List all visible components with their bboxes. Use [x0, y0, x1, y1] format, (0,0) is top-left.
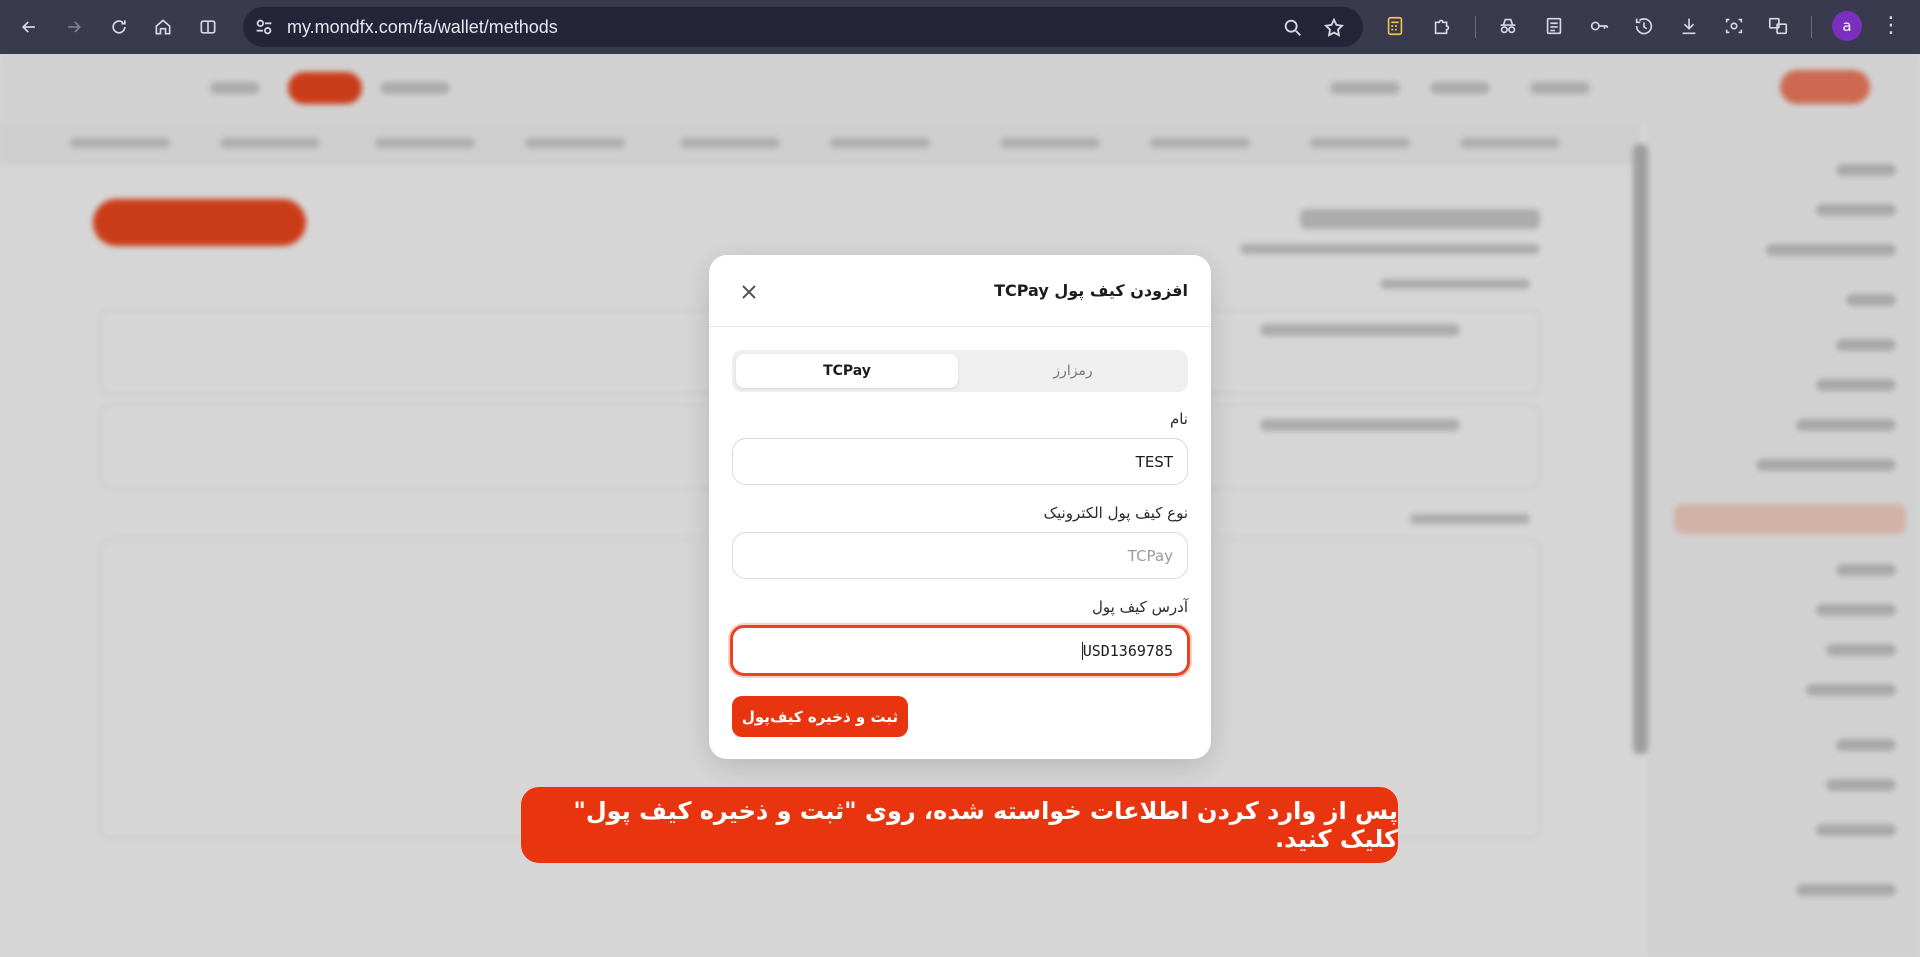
toolbar-separator — [1811, 16, 1812, 38]
wallet-type-label: نوع کیف پول الکترونیک — [1043, 504, 1188, 522]
name-value: TEST — [1135, 452, 1173, 471]
extensions-puzzle-icon[interactable] — [1429, 13, 1455, 39]
back-icon[interactable] — [14, 12, 44, 42]
zoom-icon[interactable] — [1282, 17, 1304, 39]
wallet-type-input: TCPay — [732, 532, 1188, 579]
wallet-address-label: آدرس کیف پول — [1092, 598, 1188, 616]
calculator-extension-icon[interactable] — [1382, 13, 1408, 39]
wallet-type-tabs: رمزارز TCPay — [732, 350, 1188, 392]
split-view-icon[interactable] — [193, 12, 223, 42]
reload-icon[interactable] — [104, 12, 134, 42]
instruction-banner: پس از وارد کردن اطلاعات خواسته شده، روی … — [521, 787, 1398, 863]
wallet-address-value: USD1369785 — [1082, 641, 1173, 660]
password-key-icon[interactable] — [1586, 13, 1612, 39]
text-caret — [1081, 641, 1083, 660]
toolbar-separator — [1475, 16, 1476, 38]
name-input[interactable]: TEST — [732, 438, 1188, 485]
save-wallet-button[interactable]: ثبت و ذخیره کیف‌پول — [732, 696, 908, 737]
instruction-text: پس از وارد کردن اطلاعات خواسته شده، روی … — [573, 797, 1398, 853]
close-icon[interactable] — [739, 282, 759, 302]
address-bar[interactable]: my.mondfx.com/fa/wallet/methods — [243, 7, 1363, 47]
reading-list-icon[interactable] — [1541, 13, 1567, 39]
browser-toolbar: my.mondfx.com/fa/wallet/methods a ⋮ — [0, 0, 1920, 54]
profile-avatar[interactable]: a — [1832, 11, 1862, 41]
tab-tcpay[interactable]: TCPay — [736, 354, 958, 388]
url-text[interactable]: my.mondfx.com/fa/wallet/methods — [287, 17, 558, 38]
add-wallet-dialog: افزودن کیف پول TCPay رمزارز TCPay نام TE… — [709, 255, 1211, 759]
site-info-icon[interactable] — [253, 16, 275, 38]
translate-icon[interactable] — [1765, 13, 1791, 39]
name-label: نام — [1169, 410, 1188, 428]
history-icon[interactable] — [1631, 13, 1657, 39]
dialog-header: افزودن کیف پول TCPay — [709, 255, 1211, 327]
dialog-title: افزودن کیف پول TCPay — [994, 281, 1188, 300]
browser-menu-icon[interactable]: ⋮ — [1880, 12, 1902, 40]
home-icon[interactable] — [148, 12, 178, 42]
forward-icon[interactable] — [59, 12, 89, 42]
incognito-icon[interactable] — [1495, 13, 1521, 39]
wallet-address-input[interactable]: USD1369785 — [730, 625, 1190, 676]
wallet-type-value: TCPay — [1127, 546, 1173, 565]
download-icon[interactable] — [1676, 13, 1702, 39]
screenshot-icon[interactable] — [1721, 13, 1747, 39]
tab-crypto[interactable]: رمزارز — [962, 354, 1184, 388]
bookmark-star-icon[interactable] — [1323, 17, 1345, 39]
